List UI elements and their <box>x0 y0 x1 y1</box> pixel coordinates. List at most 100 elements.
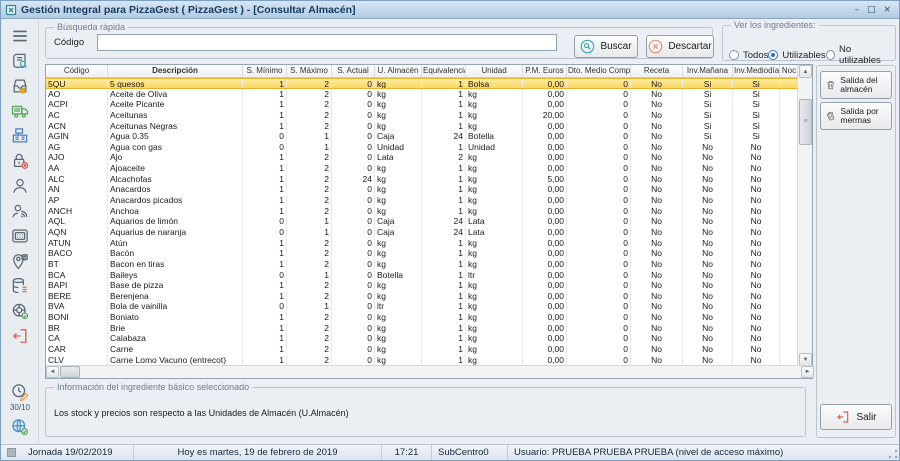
sidebar-item-terminal[interactable] <box>7 225 33 247</box>
sidebar-item-reparto[interactable] <box>7 100 33 122</box>
table-cell: 0 <box>567 227 631 238</box>
close-icon[interactable]: × <box>883 3 891 17</box>
table-row[interactable]: AGAgua con gas010Unidad1Unidad0,000NoNoN… <box>46 142 799 153</box>
sidebar-item-online[interactable] <box>7 416 33 438</box>
column-header[interactable]: Equivalencia <box>422 65 466 77</box>
table-row[interactable]: BEREBerenjena120kg1kg0,000NoNoNo <box>46 291 799 302</box>
sidebar-item-fichajes[interactable] <box>7 200 33 222</box>
column-header[interactable]: S. Máximo <box>287 65 332 77</box>
table-cell: CLV <box>46 355 108 366</box>
table-row[interactable]: AQNAquarius de naranja010Caja24Lata0,000… <box>46 227 799 238</box>
table-row[interactable]: BRBrie120kg1kg0,000NoNoNo <box>46 323 799 334</box>
table-row[interactable]: 5QU5 quesos120kg1Bolsa0,000NoSiSi <box>46 78 799 89</box>
sidebar-item-datos[interactable] <box>7 275 33 297</box>
salir-button[interactable]: Salir <box>820 404 892 430</box>
radio-button-icon[interactable] <box>768 50 778 60</box>
table-row[interactable]: ATUNAtún120kg1kg0,000NoNoNo <box>46 238 799 249</box>
table-row[interactable]: CARCarne120kg1kg0,000NoNoNo <box>46 344 799 355</box>
table-cell: 0 <box>567 323 631 334</box>
scroll-left-icon[interactable]: ◄ <box>46 366 59 378</box>
table-row[interactable]: BTBacon en tiras120kg1kg0,000NoNoNo <box>46 259 799 270</box>
column-header[interactable]: Inv.Mediodía <box>733 65 780 77</box>
radio-todos[interactable]: Todos <box>729 50 768 61</box>
table-row[interactable]: APAnacardos picados120kg1kg0,000NoNoNo <box>46 195 799 206</box>
radio-button-icon[interactable] <box>729 50 739 60</box>
table-cell: Agua 0.35 <box>108 131 243 142</box>
column-header[interactable]: Código <box>46 65 108 77</box>
table-cell: Carne Lomo Vacuno (entrecot) <box>108 355 243 366</box>
code-input[interactable] <box>97 34 557 51</box>
table-row[interactable]: CACalabaza120kg1kg0,000NoNoNo <box>46 333 799 344</box>
table-row[interactable]: AQLAquarios de limón010Caja24Lata0,000No… <box>46 216 799 227</box>
sidebar-item-salir[interactable] <box>7 325 33 347</box>
table-row[interactable]: BAPIBase de pizza120kg1kg0,000NoNoNo <box>46 280 799 291</box>
table-cell: 0 <box>332 333 375 344</box>
table-row[interactable]: ANCHAnchoa120kg1kg0,000NoNoNo <box>46 206 799 217</box>
resize-grip[interactable] <box>887 448 899 460</box>
sidebar-item-empleados[interactable] <box>7 175 33 197</box>
vertical-scroll-thumb[interactable] <box>799 99 812 145</box>
table-row[interactable]: AJOAjo120Lata2kg0,000NoNoNo <box>46 152 799 163</box>
column-header[interactable]: U. Almacén <box>375 65 422 77</box>
table-row[interactable]: ACNAceitunas Negras120kg1kg0,000NoSiSi <box>46 121 799 132</box>
sidebar-item-menu[interactable] <box>7 25 33 47</box>
table-cell: Alcachofas <box>108 174 243 185</box>
descartar-button[interactable]: Descartar <box>646 35 714 58</box>
sidebar-item-zonas[interactable] <box>7 250 33 272</box>
table-cell: 0 <box>332 79 375 88</box>
scroll-right-icon[interactable]: ► <box>801 366 814 378</box>
table-cell: kg <box>466 301 523 312</box>
column-header[interactable]: Inv.Mañana <box>683 65 733 77</box>
column-header[interactable]: Descripción <box>108 65 243 77</box>
table-row[interactable]: BONIBoniato120kg1kg0,000NoNoNo <box>46 312 799 323</box>
sidebar-item-consultar[interactable] <box>7 50 33 72</box>
column-header[interactable]: P.M. Euros <box>523 65 567 77</box>
buscar-button[interactable]: Buscar <box>574 35 638 58</box>
table-cell: Bacón <box>108 248 243 259</box>
sidebar-item-compras[interactable] <box>7 75 33 97</box>
table-cell: 0,00 <box>523 142 567 153</box>
info-group-label: Información del ingrediente básico selec… <box>54 382 252 392</box>
maximize-icon[interactable]: □ <box>867 3 876 17</box>
table-row[interactable]: ACPIAceite Picante120kg1kg0,000NoSiSi <box>46 99 799 110</box>
table-row[interactable]: ALCAlcachofas1224kg1kg5,000NoNoNo <box>46 174 799 185</box>
table-cell: kg <box>466 184 523 195</box>
table-row[interactable]: ACAceitunas120kg1kg20,000NoSiSi <box>46 110 799 121</box>
table-cell: BERE <box>46 291 108 302</box>
table-cell: 0 <box>567 152 631 163</box>
column-header[interactable]: Unidad <box>466 65 523 77</box>
sidebar-item-soporte[interactable] <box>7 300 33 322</box>
column-header[interactable]: S. Actual <box>332 65 375 77</box>
table-cell: 2 <box>287 280 332 291</box>
table-cell: kg <box>375 238 422 249</box>
salida-mermas-button[interactable]: Salida por mermas <box>820 102 892 130</box>
table-cell: No <box>631 89 683 100</box>
radio-no-utilizables[interactable]: No utilizables <box>826 44 891 66</box>
radio-button-icon[interactable] <box>826 50 835 60</box>
column-header[interactable]: S. Mínimo <box>243 65 287 77</box>
table-row[interactable]: AGINAgua 0.35010Caja24Botella0,000NoSiSi <box>46 131 799 142</box>
sidebar-item-caja[interactable] <box>7 125 33 147</box>
sidebar-item-horario[interactable] <box>7 381 33 403</box>
table-row[interactable]: ANAnacardos120kg1kg0,000NoNoNo <box>46 184 799 195</box>
table-cell: AA <box>46 163 108 174</box>
table-cell: 1 <box>243 259 287 270</box>
table-row[interactable]: AOAceite de Oliva120kg1kg0,000NoSiSi <box>46 89 799 100</box>
horizontal-scroll-thumb[interactable] <box>60 366 80 378</box>
sidebar-item-seguridad[interactable] <box>7 150 33 172</box>
table-row[interactable]: BCABaileys010Botella1ltr0,000NoNoNo <box>46 270 799 281</box>
table-cell: 2 <box>287 184 332 195</box>
table-row[interactable]: AAAjoaceite120kg1kg0,000NoNoNo <box>46 163 799 174</box>
salida-almacen-button[interactable]: Salida del almacén <box>820 71 892 99</box>
table-row[interactable]: BVABola de vainilla010ltr1kg0,000NoNoNo <box>46 301 799 312</box>
horizontal-scrollbar[interactable]: ◄ ► <box>46 365 814 378</box>
minimize-icon[interactable]: – <box>854 3 859 17</box>
column-header[interactable]: Receta <box>631 65 683 77</box>
vertical-scrollbar[interactable]: ▲ ▼ <box>797 65 812 366</box>
table-row[interactable]: CLVCarne Lomo Vacuno (entrecot)120kg1kg0… <box>46 355 799 366</box>
support-wheel-check-icon <box>10 301 30 321</box>
table-row[interactable]: BACOBacón120kg1kg0,000NoNoNo <box>46 248 799 259</box>
radio-utilizables[interactable]: Utilizables <box>768 50 825 61</box>
column-header[interactable]: Dto. Medio Compra <box>567 65 631 77</box>
scroll-up-icon[interactable]: ▲ <box>799 65 812 78</box>
